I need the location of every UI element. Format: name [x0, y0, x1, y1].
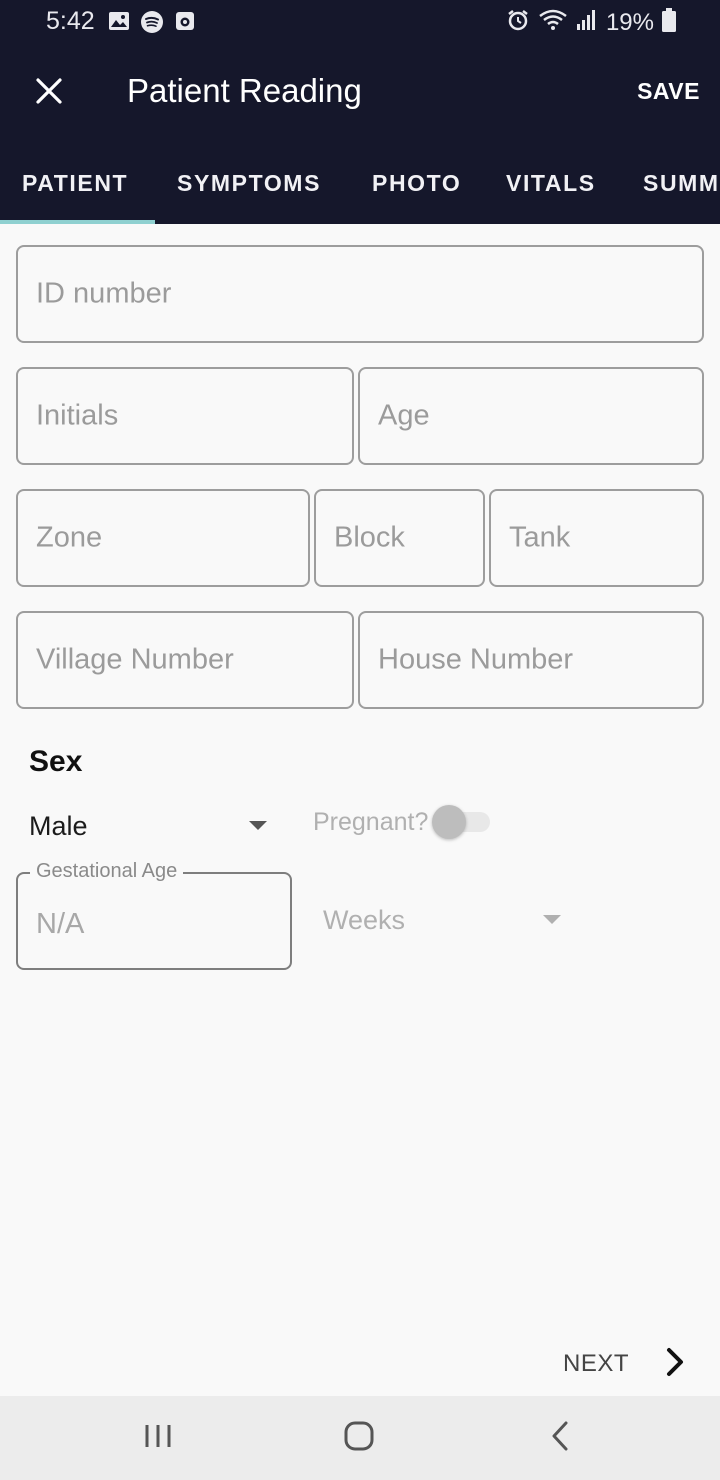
alarm-icon [506, 8, 530, 37]
next-button[interactable]: NEXT [548, 1334, 698, 1390]
village-number-placeholder: Village Number [36, 643, 234, 676]
id-number-field[interactable]: ID number [16, 245, 704, 343]
battery-percent: 19% [605, 8, 654, 36]
tank-placeholder: Tank [509, 521, 571, 554]
tab-bar: PATIENT SYMPTOMS PHOTO VITALS SUMM [0, 142, 720, 224]
tab-symptoms[interactable]: SYMPTOMS [177, 170, 321, 197]
gestational-unit-value: Weeks [323, 905, 406, 935]
page-title: Patient Reading [127, 72, 362, 109]
gestational-age-field[interactable]: Gestational Age N/A [16, 860, 292, 970]
id-number-placeholder: ID number [36, 277, 172, 310]
pregnant-toggle[interactable] [432, 805, 492, 839]
back-button[interactable] [530, 1418, 590, 1458]
sex-label: Sex [29, 745, 83, 778]
gestational-unit-dropdown[interactable]: Weeks [310, 896, 570, 946]
system-nav-bar [0, 1396, 720, 1480]
zone-placeholder: Zone [36, 521, 103, 554]
app-bar: Patient Reading SAVE [0, 44, 720, 142]
status-left-icons [108, 10, 196, 39]
sex-dropdown[interactable]: Male [16, 800, 276, 854]
initials-placeholder: Initials [36, 399, 119, 432]
recent-apps-button[interactable] [128, 1418, 188, 1458]
age-placeholder: Age [378, 399, 430, 432]
active-tab-indicator [0, 220, 155, 224]
toggle-thumb [432, 805, 466, 839]
age-field[interactable]: Age [358, 367, 704, 465]
tab-photo[interactable]: PHOTO [372, 170, 461, 197]
tab-vitals[interactable]: VITALS [506, 170, 596, 197]
village-number-field[interactable]: Village Number [16, 611, 354, 709]
gallery-icon [108, 10, 130, 39]
close-icon [35, 77, 63, 110]
tank-field[interactable]: Tank [489, 489, 704, 587]
status-right-icons: 19% [506, 8, 676, 37]
gestational-age-value: N/A [36, 908, 85, 940]
pregnant-label: Pregnant? [313, 808, 429, 836]
house-number-placeholder: House Number [378, 643, 574, 676]
home-button[interactable] [329, 1418, 389, 1458]
camera-app-icon [174, 10, 196, 39]
home-icon [343, 1420, 375, 1457]
chevron-right-icon [662, 1346, 688, 1383]
zone-field[interactable]: Zone [16, 489, 310, 587]
chevron-down-icon [543, 915, 561, 924]
status-bar: 5:42 19% [0, 0, 720, 44]
house-number-field[interactable]: House Number [358, 611, 704, 709]
save-button[interactable]: SAVE [637, 78, 700, 105]
close-button[interactable] [24, 68, 74, 118]
status-time: 5:42 [46, 7, 95, 35]
block-placeholder: Block [334, 521, 405, 554]
next-label: NEXT [563, 1350, 630, 1377]
sex-selected-value: Male [29, 811, 88, 841]
signal-icon [576, 9, 598, 36]
back-icon [549, 1420, 571, 1457]
initials-field[interactable]: Initials [16, 367, 354, 465]
recent-apps-icon [143, 1422, 173, 1455]
wifi-icon [538, 8, 568, 37]
battery-icon [662, 8, 676, 37]
spotify-icon [140, 10, 164, 39]
block-field[interactable]: Block [314, 489, 485, 587]
gestational-age-label: Gestational Age [30, 860, 184, 883]
chevron-down-icon [249, 821, 267, 830]
tab-patient[interactable]: PATIENT [22, 170, 128, 197]
tab-summary[interactable]: SUMM [643, 170, 720, 197]
